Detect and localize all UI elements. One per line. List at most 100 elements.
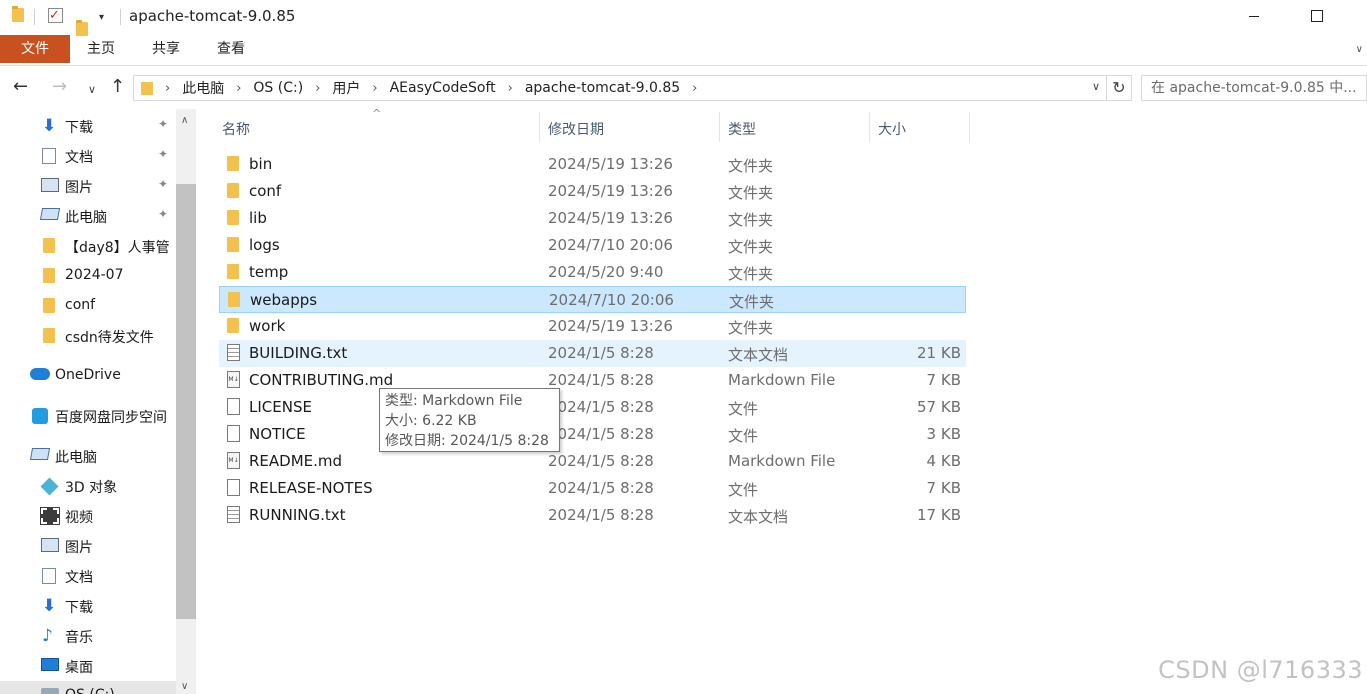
breadcrumb-separator[interactable]: › [692,81,697,96]
tab-home[interactable]: 主页 [87,35,115,63]
sidebar-item[interactable]: OneDrive [0,361,176,391]
file-row[interactable]: bin 2024/5/19 13:26 文件夹 [219,151,966,178]
breadcrumb-separator[interactable]: › [165,81,170,96]
column-divider[interactable] [719,112,720,142]
breadcrumb-user[interactable]: AEasyCodeSoft [390,80,496,96]
sidebar-item[interactable]: 图片 [0,531,176,561]
drive-icon [41,688,59,694]
sidebar-item[interactable]: 2024-07 [0,261,176,291]
sidebar-item[interactable]: 图片 ✦ [0,171,176,201]
column-divider[interactable] [539,112,540,142]
file-size: 57 KB [917,398,961,416]
file-type: Markdown File [728,452,836,470]
sidebar-scrollbar[interactable]: ∧ ∨ [176,109,196,694]
forward-button[interactable]: → [52,77,67,97]
pin-icon: ✦ [158,117,169,131]
column-divider[interactable] [869,112,870,142]
file-row[interactable]: NOTICE 2024/1/5 8:28 文件 3 KB [219,421,966,448]
sidebar-item[interactable]: 文档 [0,561,176,591]
pictures-icon [41,178,59,192]
file-row[interactable]: logs 2024/7/10 20:06 文件夹 [219,232,966,259]
breadcrumb-users[interactable]: 用户 [332,78,360,98]
sidebar-item[interactable]: 3D 对象 [0,471,176,501]
file-date: 2024/1/5 8:28 [548,506,654,524]
navigation-bar: ← → ∨ ↑ › 此电脑 › OS (C:) › 用户 › AEasyCode… [0,67,1367,109]
file-row[interactable]: lib 2024/5/19 13:26 文件夹 [219,205,966,232]
scrollbar-thumb[interactable] [176,184,196,619]
file-date: 2024/1/5 8:28 [548,479,654,497]
file-row[interactable]: work 2024/5/19 13:26 文件夹 [219,313,966,340]
sidebar-item[interactable]: conf [0,291,176,321]
pin-icon: ✦ [158,207,169,221]
sidebar-item[interactable]: 文档 ✦ [0,141,176,171]
file-name: RELEASE-NOTES [249,479,373,497]
breadcrumb-separator[interactable]: › [315,81,320,96]
up-button[interactable]: ↑ [110,77,125,97]
sidebar-item[interactable]: ♪ 音乐 [0,621,176,651]
sidebar-item[interactable]: 百度网盘同步空间 [0,401,176,431]
sidebar-item[interactable]: 【day8】人事管 [0,231,176,261]
breadcrumb-os-c[interactable]: OS (C:) [253,80,303,96]
computer-icon [39,208,61,220]
file-row[interactable]: conf 2024/5/19 13:26 文件夹 [219,178,966,205]
breadcrumb-this-pc[interactable]: 此电脑 [182,78,224,98]
breadcrumb-separator[interactable]: › [372,81,377,96]
expand-ribbon-icon[interactable]: ∨ [1356,44,1363,55]
sidebar-item-label: 下载 [65,120,93,136]
sidebar-item-label: 此电脑 [55,450,97,466]
scroll-up-icon[interactable]: ∧ [181,115,188,126]
refresh-button[interactable]: ↻ [1107,75,1132,101]
folder-icon [227,237,239,252]
column-header-date[interactable]: 修改日期 [548,119,604,139]
sidebar-item-label: 音乐 [65,630,93,646]
file-name: logs [249,236,280,254]
properties-check-icon[interactable]: ✓ [48,8,63,23]
file-date: 2024/1/5 8:28 [548,371,654,389]
file-row[interactable]: RUNNING.txt 2024/1/5 8:28 文本文档 17 KB [219,502,966,529]
file-date: 2024/1/5 8:28 [548,452,654,470]
breadcrumb-separator[interactable]: › [508,81,513,96]
sidebar-item[interactable]: 桌面 [0,651,176,681]
file-row[interactable]: M↓ CONTRIBUTING.md 2024/1/5 8:28 Markdown F… [219,367,966,394]
file-row[interactable]: webapps 2024/7/10 20:06 文件夹 [219,286,966,313]
minimize-button[interactable] [1249,16,1259,17]
file-row[interactable]: BUILDING.txt 2024/1/5 8:28 文本文档 21 KB [219,340,966,367]
tab-file[interactable]: 文件 [0,35,70,63]
file-row[interactable]: LICENSE 2024/1/5 8:28 文件 57 KB [219,394,966,421]
maximize-button[interactable] [1311,10,1323,22]
column-header-type[interactable]: 类型 [728,119,756,139]
tooltip-date: 修改日期: 2024/1/5 8:28 [385,433,549,449]
file-row[interactable]: temp 2024/5/20 9:40 文件夹 [219,259,966,286]
back-button[interactable]: ← [13,77,28,97]
column-header-name[interactable]: 名称 [222,119,250,139]
file-row[interactable]: RELEASE-NOTES 2024/1/5 8:28 文件 7 KB [219,475,966,502]
sidebar-item-label: 桌面 [65,660,93,676]
address-bar[interactable]: › 此电脑 › OS (C:) › 用户 › AEasyCodeSoft › a… [133,75,1107,101]
search-input[interactable]: 在 apache-tomcat-9.0.85 中... [1141,75,1367,101]
file-type: 文本文档 [728,346,789,364]
sidebar-item[interactable]: ⬇ 下载 [0,591,176,621]
sidebar-item-label: 视频 [65,510,93,526]
markdown-file-icon: M↓ [227,371,240,388]
file-size: 7 KB [926,479,961,497]
scroll-down-icon[interactable]: ∨ [181,681,188,692]
file-type: 文件夹 [728,157,774,175]
sidebar-item[interactable]: 此电脑 ✦ [0,201,176,231]
breadcrumb-current-folder[interactable]: apache-tomcat-9.0.85 [525,80,680,96]
sidebar-item[interactable]: 视频 [0,501,176,531]
address-history-dropdown[interactable]: ∨ [1092,80,1100,93]
folder-icon [227,318,239,333]
sidebar-item[interactable]: OS (C:) [0,681,176,694]
sidebar-item[interactable]: ⬇ 下载 ✦ [0,111,176,141]
tab-view[interactable]: 查看 [217,35,245,63]
file-row[interactable]: M↓ README.md 2024/1/5 8:28 Markdown File 4 K… [219,448,966,475]
breadcrumb-separator[interactable]: › [236,81,241,96]
column-header-size[interactable]: 大小 [878,119,906,139]
tab-share[interactable]: 共享 [152,35,180,63]
recent-locations-button[interactable]: ∨ [88,80,96,100]
sidebar-item[interactable]: csdn待发文件 [0,321,176,351]
customize-quick-access-dropdown[interactable]: ▾ [99,8,104,26]
tooltip-type: 类型: Markdown File [385,393,523,409]
column-divider[interactable] [969,112,970,142]
sidebar-item[interactable]: 此电脑 [0,441,176,471]
